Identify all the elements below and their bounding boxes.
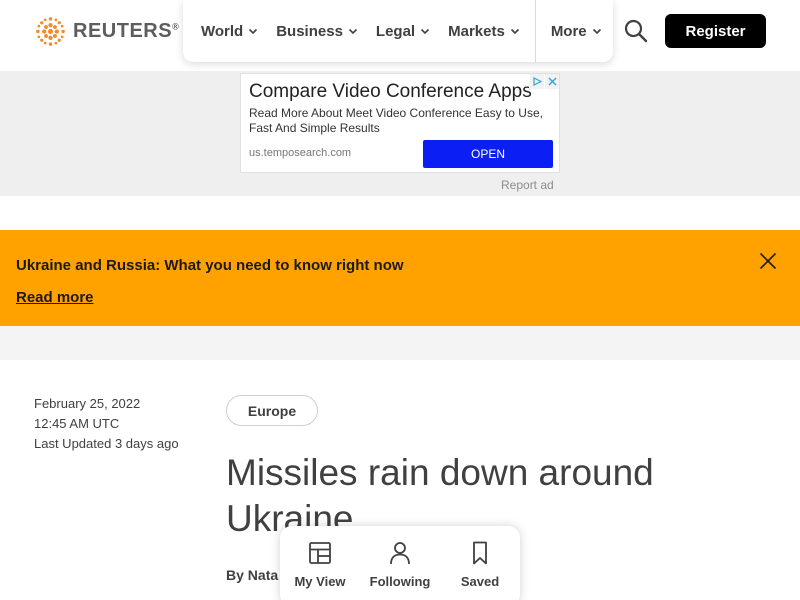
saved-button[interactable]: Saved [440, 540, 520, 600]
alert-title: Ukraine and Russia: What you need to kno… [16, 257, 404, 274]
report-ad-link[interactable]: Report ad [501, 178, 554, 192]
reuters-logo-icon [36, 17, 65, 46]
article-byline: By Nata [226, 567, 278, 583]
nav-divider [534, 0, 536, 62]
section-tag[interactable]: Europe [226, 395, 318, 426]
ad-container: Compare Video Conference Apps Read More … [0, 71, 800, 196]
nav-item-world[interactable]: World [183, 0, 267, 62]
ad-description: Read More About Meet Video Conference Ea… [249, 106, 543, 135]
saved-label: Saved [460, 574, 500, 589]
register-button[interactable]: Register [665, 14, 766, 48]
chevron-down-icon [510, 28, 519, 35]
my-view-label: My View [294, 574, 346, 589]
chevron-down-icon [249, 28, 258, 35]
following-label: Following [369, 574, 431, 589]
nav-item-legal[interactable]: Legal [367, 0, 439, 62]
ad-open-button[interactable]: OPEN [423, 140, 553, 168]
ad-title[interactable]: Compare Video Conference Apps [249, 81, 532, 103]
nav-item-label: Business [276, 22, 343, 40]
following-button[interactable]: Following [360, 540, 440, 600]
nav-item-label: Markets [448, 22, 505, 40]
article-time: 12:45 AM UTC [34, 416, 120, 431]
person-icon [390, 542, 410, 565]
byline-author-link[interactable]: Nata [248, 567, 278, 583]
chevron-down-icon [421, 28, 430, 35]
article-meta: February 25, 2022 12:45 AM UTC Last Upda… [34, 394, 179, 454]
nav-item-label: More [550, 22, 587, 40]
alert-banner: Ukraine and Russia: What you need to kno… [0, 230, 800, 326]
nav-item-label: Legal [375, 22, 416, 40]
close-icon[interactable] [758, 251, 778, 271]
article-date: February 25, 2022 [34, 396, 141, 411]
search-icon[interactable] [623, 18, 649, 44]
main-nav: World Business Legal Markets More [183, 0, 613, 62]
logo-wordmark: REUTERS® [73, 20, 180, 42]
bookmark-icon [473, 541, 487, 565]
floating-action-bar: My View Following Saved [280, 526, 520, 600]
layout-icon [309, 542, 331, 564]
ad-close-icon[interactable] [544, 74, 559, 89]
byline-prefix: By [226, 567, 244, 583]
nav-item-business[interactable]: Business [267, 0, 367, 62]
nav-item-label: World [201, 22, 244, 40]
nav-item-more[interactable]: More [542, 0, 611, 62]
site-header: REUTERS® World Business Legal Markets Mo… [0, 0, 800, 71]
chevron-down-icon [592, 28, 601, 35]
section-divider [0, 326, 800, 360]
reuters-logo[interactable]: REUTERS® [34, 15, 179, 48]
adchoices-icon[interactable] [529, 74, 544, 89]
my-view-button[interactable]: My View [280, 540, 360, 600]
alert-read-more-link[interactable]: Read more [16, 289, 94, 306]
ad-unit[interactable]: Compare Video Conference Apps Read More … [240, 73, 560, 173]
nav-item-markets[interactable]: Markets [439, 0, 529, 62]
article-updated: Last Updated 3 days ago [34, 436, 179, 451]
ad-url[interactable]: us.temposearch.com [249, 147, 351, 159]
chevron-down-icon [348, 28, 357, 35]
ad-choices [529, 74, 559, 89]
